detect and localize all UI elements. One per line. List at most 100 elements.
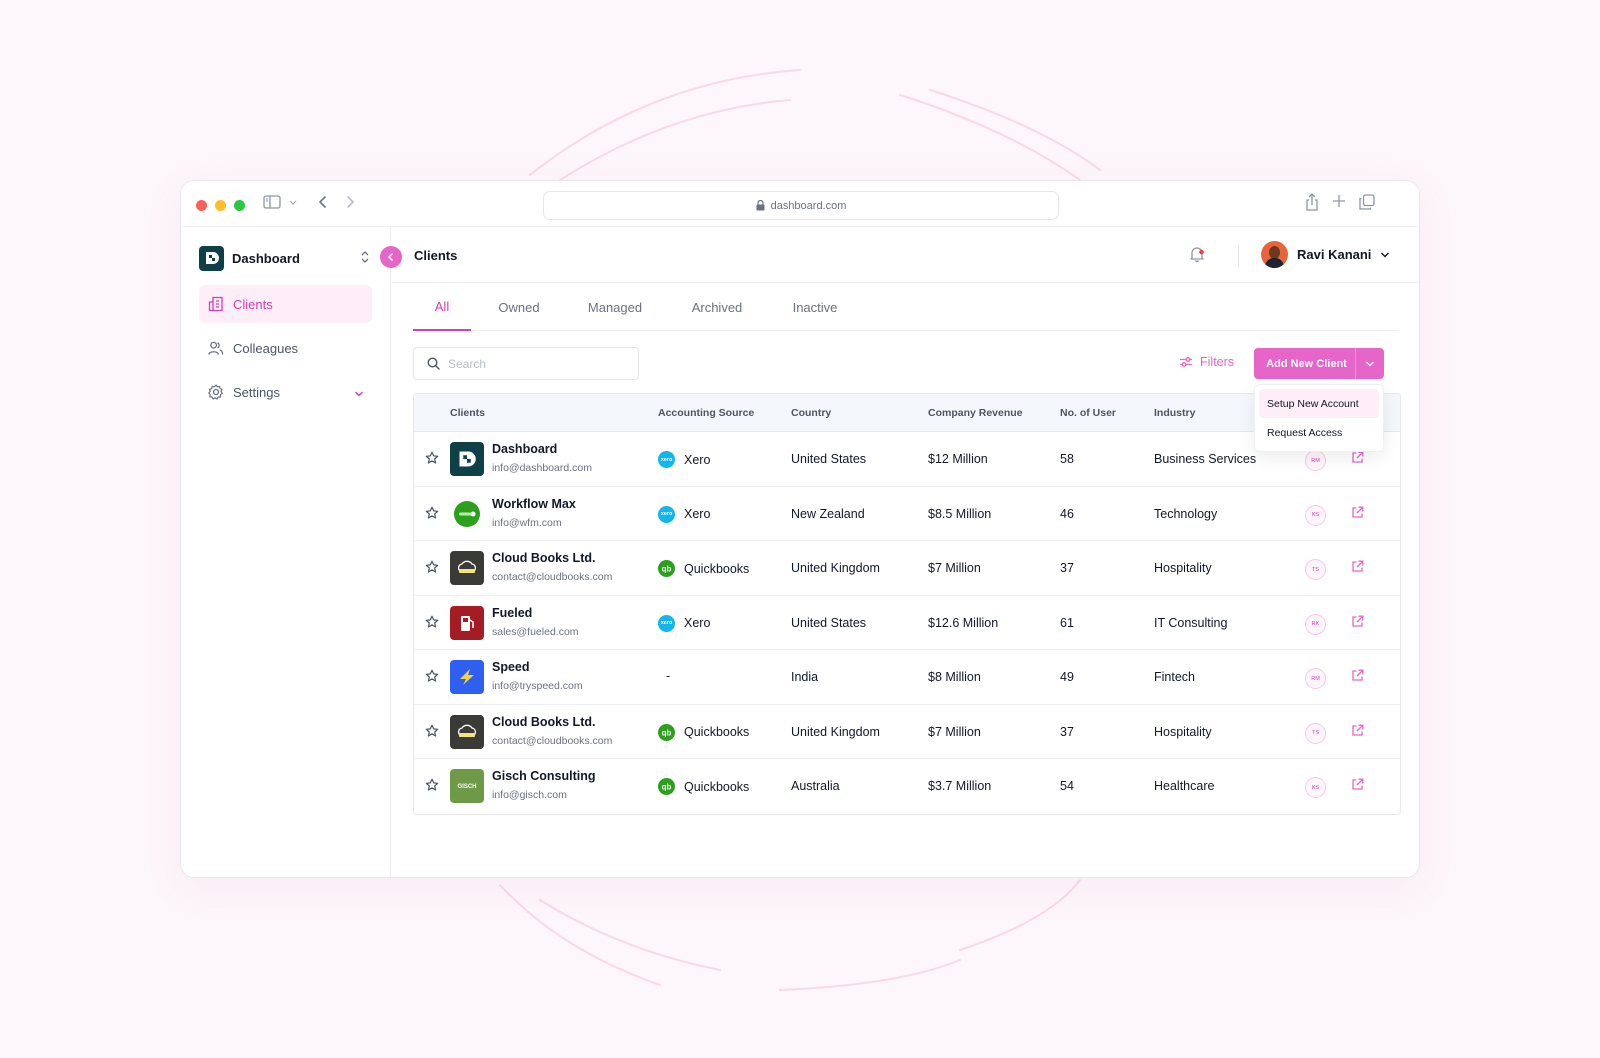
client-name[interactable]: Fueled bbox=[492, 606, 532, 620]
new-tab-icon[interactable] bbox=[1332, 194, 1346, 208]
country-cell: India bbox=[791, 670, 819, 684]
tabs-overview-icon[interactable] bbox=[1359, 194, 1375, 210]
source-icon: xero bbox=[658, 451, 675, 468]
forward-arrow-icon[interactable] bbox=[344, 194, 356, 210]
external-link-icon[interactable] bbox=[1351, 560, 1364, 578]
table-body: Dashboard info@dashboard.com xero Xero U… bbox=[414, 432, 1400, 814]
user-menu[interactable]: Ravi Kanani bbox=[1261, 241, 1390, 268]
chevron-down-icon[interactable] bbox=[1356, 360, 1384, 368]
external-link-icon[interactable] bbox=[1351, 506, 1364, 524]
owner-avatar[interactable]: KS bbox=[1305, 777, 1326, 798]
revenue-cell: $12.6 Million bbox=[928, 615, 999, 630]
clients-table: Clients Accounting Source Country Compan… bbox=[413, 393, 1401, 815]
tab-owned[interactable]: Owned bbox=[491, 283, 547, 331]
star-icon[interactable] bbox=[425, 724, 439, 743]
add-new-client-button[interactable]: Add New Client bbox=[1254, 348, 1384, 379]
browser-titlebar: dashboard.com bbox=[181, 181, 1419, 227]
tab-all[interactable]: All bbox=[413, 283, 471, 331]
owner-avatar[interactable]: TS bbox=[1305, 559, 1326, 580]
zoom-window-button[interactable] bbox=[234, 200, 245, 211]
menu-item-setup-new-account[interactable]: Setup New Account bbox=[1259, 389, 1379, 418]
workspace-switcher[interactable]: Dashboard bbox=[199, 245, 372, 271]
client-name[interactable]: Workflow Max bbox=[492, 497, 576, 511]
filters-button[interactable]: Filters bbox=[1179, 355, 1234, 369]
owner-avatar[interactable]: RM bbox=[1305, 668, 1326, 689]
column-header-industry[interactable]: Industry bbox=[1154, 407, 1195, 419]
country-cell: Australia bbox=[791, 779, 840, 793]
owner-avatar[interactable]: RK bbox=[1305, 613, 1326, 635]
column-header-clients[interactable]: Clients bbox=[450, 407, 485, 419]
minimize-window-button[interactable] bbox=[215, 200, 226, 211]
sidebar-item-colleagues[interactable]: Colleagues bbox=[199, 329, 372, 367]
search-box[interactable] bbox=[413, 347, 639, 380]
tab-inactive[interactable]: Inactive bbox=[785, 283, 845, 331]
tab-managed[interactable]: Managed bbox=[580, 283, 650, 331]
accounting-source: - bbox=[666, 669, 670, 683]
external-link-icon[interactable] bbox=[1351, 724, 1364, 742]
address-bar[interactable]: dashboard.com bbox=[543, 191, 1059, 220]
sidebar-item-clients[interactable]: Clients bbox=[199, 285, 372, 323]
notification-bell-icon[interactable] bbox=[1188, 245, 1206, 268]
users-icon bbox=[208, 340, 224, 356]
table-row[interactable]: Cloud Books Ltd. contact@cloudbooks.com … bbox=[414, 705, 1400, 759]
client-name[interactable]: Gisch Consulting bbox=[492, 769, 595, 783]
sidebar-toggle-icon[interactable] bbox=[263, 194, 281, 210]
column-header-country[interactable]: Country bbox=[791, 407, 831, 419]
client-name[interactable]: Speed bbox=[492, 660, 530, 674]
divider bbox=[1238, 245, 1239, 267]
users-cell: 61 bbox=[1060, 615, 1074, 630]
tab-archived[interactable]: Archived bbox=[685, 283, 749, 331]
back-arrow-icon[interactable] bbox=[317, 194, 329, 210]
sidebar-nav: Clients Colleagues Settings bbox=[199, 285, 372, 417]
users-cell: 46 bbox=[1060, 506, 1074, 521]
table-row[interactable]: Fueled sales@fueled.com xero Xero United… bbox=[414, 596, 1400, 650]
search-input[interactable] bbox=[448, 356, 618, 371]
share-icon[interactable] bbox=[1305, 193, 1319, 211]
table-row[interactable]: GISCH Gisch Consulting info@gisch.com qb… bbox=[414, 759, 1400, 814]
company-logo bbox=[450, 605, 484, 640]
client-name[interactable]: Cloud Books Ltd. bbox=[492, 551, 595, 565]
column-header-source[interactable]: Accounting Source bbox=[658, 407, 754, 419]
users-cell: 58 bbox=[1060, 452, 1074, 466]
client-name[interactable]: Dashboard bbox=[492, 442, 557, 456]
close-window-button[interactable] bbox=[196, 200, 207, 211]
industry-cell: Technology bbox=[1154, 506, 1218, 521]
star-icon[interactable] bbox=[425, 669, 439, 688]
top-bar: Clients Ravi Kanani bbox=[392, 227, 1419, 283]
owner-avatar[interactable]: TS bbox=[1305, 722, 1326, 744]
company-logo: GISCH bbox=[450, 769, 484, 803]
industry-cell: Fintech bbox=[1154, 670, 1195, 684]
source-icon: qb bbox=[658, 560, 675, 577]
user-name: Ravi Kanani bbox=[1297, 247, 1372, 262]
external-link-icon[interactable] bbox=[1351, 778, 1364, 796]
external-link-icon[interactable] bbox=[1351, 615, 1364, 633]
star-icon[interactable] bbox=[425, 506, 439, 525]
sidebar-item-label: Colleagues bbox=[233, 340, 299, 356]
column-header-users[interactable]: No. of User bbox=[1060, 407, 1116, 419]
table-row[interactable]: Speed info@tryspeed.com - India $8 Milli… bbox=[414, 650, 1400, 705]
star-icon[interactable] bbox=[425, 778, 439, 797]
table-row[interactable]: Dashboard info@dashboard.com xero Xero U… bbox=[414, 432, 1400, 487]
external-link-icon[interactable] bbox=[1351, 451, 1364, 469]
star-icon[interactable] bbox=[425, 560, 439, 579]
column-header-revenue[interactable]: Company Revenue bbox=[928, 407, 1023, 419]
star-icon[interactable] bbox=[425, 615, 439, 634]
gear-icon bbox=[208, 384, 224, 400]
chevron-down-icon[interactable] bbox=[354, 386, 364, 401]
client-name[interactable]: Cloud Books Ltd. bbox=[492, 715, 595, 729]
client-email: info@dashboard.com bbox=[492, 462, 592, 474]
owner-avatar[interactable]: KS bbox=[1305, 504, 1326, 526]
chevron-down-icon[interactable] bbox=[288, 194, 298, 210]
industry-cell: Healthcare bbox=[1154, 779, 1215, 793]
external-link-icon[interactable] bbox=[1351, 669, 1364, 687]
table-row[interactable]: Workflow Max info@wfm.com xero Xero New … bbox=[414, 487, 1400, 541]
dashboard-logo-icon bbox=[199, 245, 224, 271]
table-row[interactable]: Cloud Books Ltd. contact@cloudbooks.com … bbox=[414, 541, 1400, 596]
owner-avatar[interactable]: RM bbox=[1305, 450, 1326, 471]
source-name: Quickbooks bbox=[684, 725, 750, 739]
collapse-sidebar-button[interactable] bbox=[380, 246, 402, 268]
chevron-up-down-icon[interactable] bbox=[360, 250, 370, 269]
star-icon[interactable] bbox=[425, 451, 439, 470]
sidebar-item-settings[interactable]: Settings bbox=[199, 373, 372, 411]
menu-item-request-access[interactable]: Request Access bbox=[1259, 418, 1379, 447]
